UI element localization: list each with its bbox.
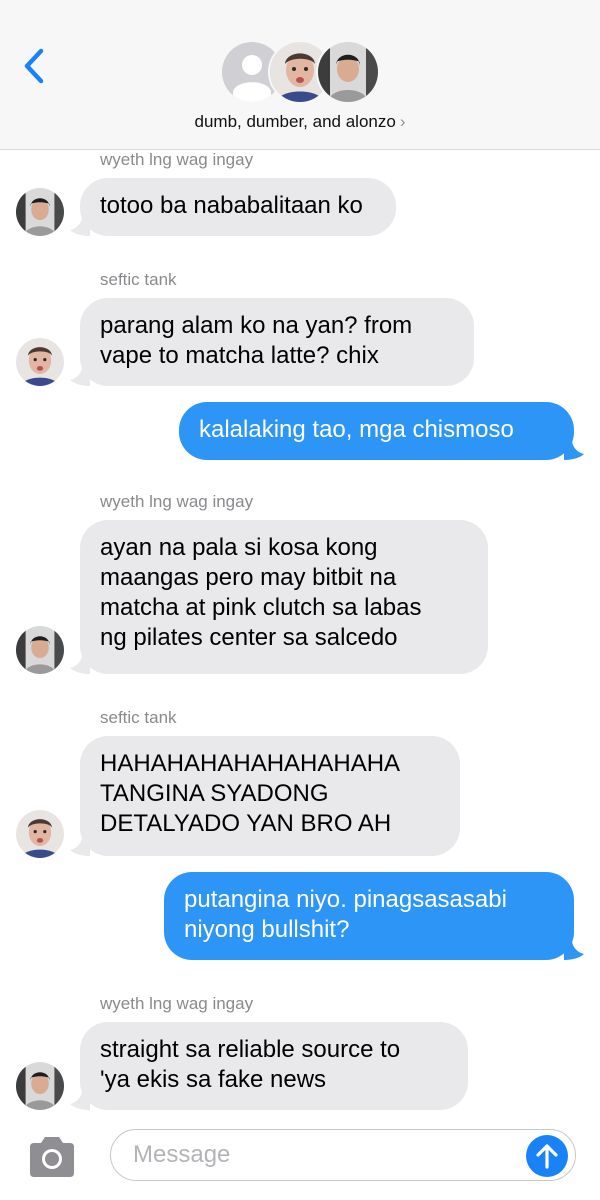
wyeth-avatar	[16, 188, 64, 236]
conversation-header: dumb, dumber, and alonzo ›	[0, 0, 600, 150]
wyeth-avatar	[16, 1062, 64, 1110]
bubble-tail	[70, 654, 90, 674]
incoming-message[interactable]: HAHAHAHAHAHAHAHAHA TANGINA SYADONG DETAL…	[80, 736, 460, 856]
bubble-tail	[70, 366, 90, 386]
group-avatars[interactable]	[220, 40, 380, 106]
camera-button[interactable]	[26, 1135, 78, 1179]
bubble-tail	[70, 216, 90, 236]
chevron-left-icon	[24, 48, 44, 84]
group-name-label: dumb, dumber, and alonzo	[194, 112, 396, 131]
incoming-message[interactable]: totoo ba nababalitaan ko	[80, 178, 396, 236]
outgoing-message[interactable]: kalalaking tao, mga chismoso	[179, 402, 574, 460]
chevron-right-icon: ›	[399, 112, 406, 131]
sender-name: wyeth lng wag ingay	[100, 492, 254, 511]
back-button[interactable]	[14, 44, 54, 88]
sender-name: wyeth lng wag ingay	[100, 150, 254, 169]
bubble-tail	[70, 836, 90, 856]
sender-name: seftic tank	[100, 270, 177, 289]
compose-bar	[0, 1125, 600, 1200]
outgoing-message[interactable]: putangina niyo. pinagsasasabi niyong bul…	[164, 872, 574, 960]
wyeth-avatar	[316, 40, 380, 104]
message-input[interactable]	[110, 1129, 576, 1181]
messages-screen: dumb, dumber, and alonzo › wyeth lng wag …	[0, 0, 600, 1200]
group-name-button[interactable]: dumb, dumber, and alonzo ›	[0, 112, 600, 132]
seftic-tank-avatar	[16, 338, 64, 386]
bubble-tail	[564, 940, 584, 960]
bubble-tail	[70, 1090, 90, 1110]
sender-name: wyeth lng wag ingay	[100, 994, 254, 1013]
bubble-tail	[564, 440, 584, 460]
incoming-message[interactable]: straight sa reliable source to 'ya ekis …	[80, 1022, 468, 1110]
incoming-message[interactable]: parang alam ko na yan? from vape to matc…	[80, 298, 474, 386]
wyeth-avatar	[16, 626, 64, 674]
sender-name: seftic tank	[100, 708, 177, 727]
arrow-up-icon	[536, 1144, 558, 1169]
seftic-tank-avatar	[16, 810, 64, 858]
message-thread[interactable]: wyeth lng wag ingay totoo ba nababalitaa…	[0, 150, 600, 1125]
send-button[interactable]	[526, 1135, 568, 1177]
incoming-message[interactable]: ayan na pala si kosa kong maangas pero m…	[80, 520, 488, 674]
camera-icon	[30, 1137, 74, 1177]
